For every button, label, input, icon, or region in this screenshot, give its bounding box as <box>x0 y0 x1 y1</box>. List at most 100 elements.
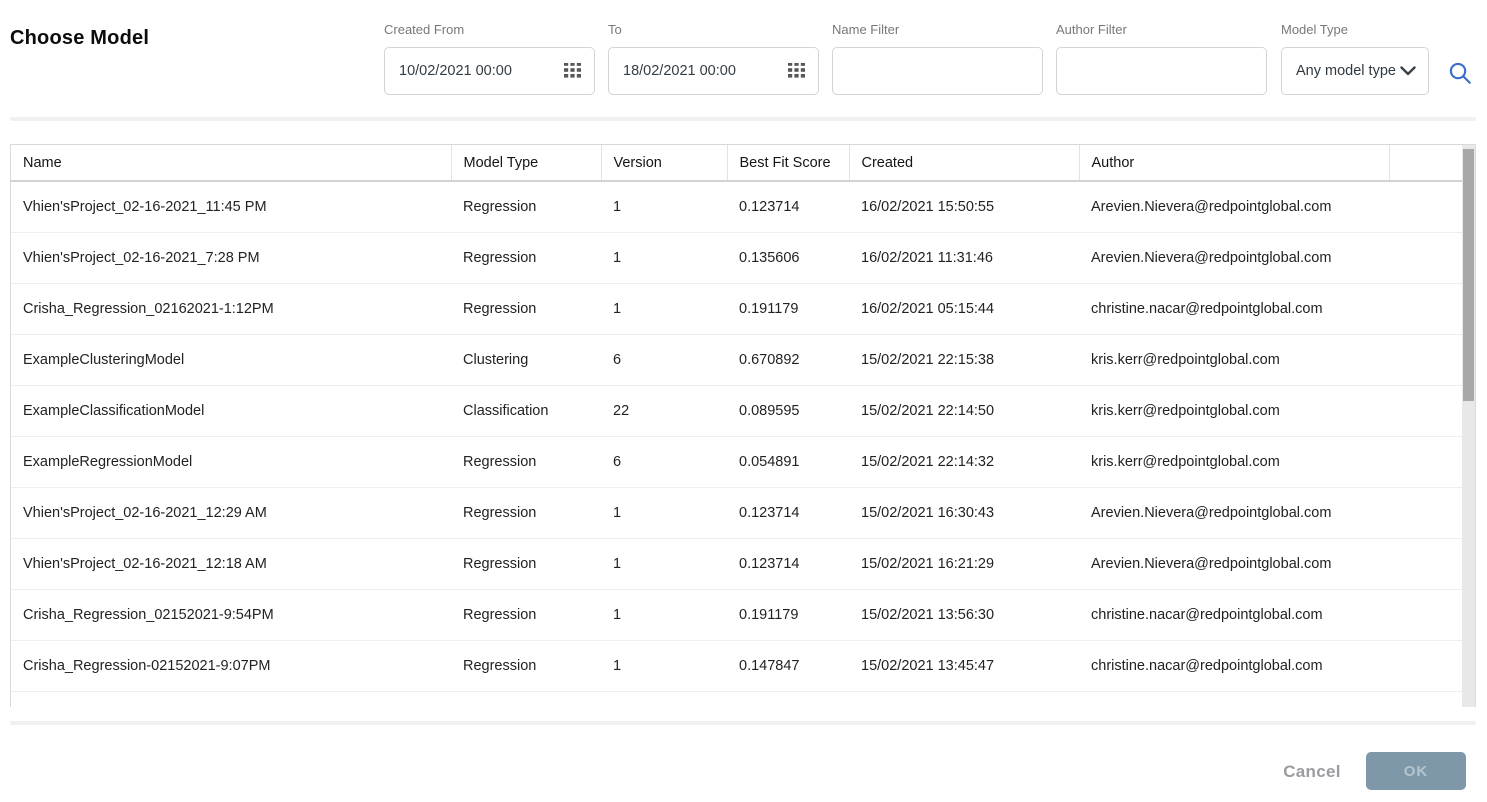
cell-author: Arevien.Nievera@redpointglobal.com <box>1079 539 1389 590</box>
cell-author: Arevien.Nievera@redpointglobal.com <box>1079 488 1389 539</box>
search-button[interactable] <box>1445 58 1475 88</box>
cell-author: kris.kerr@redpointglobal.com <box>1079 692 1389 708</box>
column-header-created: Created <box>849 145 1079 181</box>
cell-best-fit-score: 0.135606 <box>727 233 849 284</box>
cell-author: Arevien.Nievera@redpointglobal.com <box>1079 181 1389 233</box>
cell-version: 22 <box>601 386 727 437</box>
author-filter-input[interactable] <box>1057 48 1266 94</box>
vertical-scrollbar[interactable] <box>1462 145 1475 707</box>
footer-divider <box>10 721 1476 725</box>
cell-name: Vhien'sProject_02-16-2021_7:28 PM <box>11 233 451 284</box>
cell-version: 1 <box>601 181 727 233</box>
table-row[interactable]: Crisha_Regression-02152021-9:07PM Regres… <box>11 641 1475 692</box>
cell-version: 1 <box>601 233 727 284</box>
cell-best-fit-score: 0.054891 <box>727 437 849 488</box>
cell-author: christine.nacar@redpointglobal.com <box>1079 590 1389 641</box>
cell-model-type: Regression <box>451 233 601 284</box>
cell-model-type: Regression <box>451 181 601 233</box>
cell-created: 15/02/2021 16:30:43 <box>849 488 1079 539</box>
cell-model-type: Clustering <box>451 335 601 386</box>
model-table: Name Model Type Version Best Fit Score C… <box>10 144 1476 707</box>
cell-name: ExampleRegressionModel <box>11 437 451 488</box>
cell-author: christine.nacar@redpointglobal.com <box>1079 284 1389 335</box>
table-row[interactable]: Vhien'sProject_02-16-2021_11:45 PM Regre… <box>11 181 1475 233</box>
cell-version: 1 <box>601 539 727 590</box>
cell-created: 16/02/2021 15:50:55 <box>849 181 1079 233</box>
filter-name: Name Filter <box>832 22 1043 95</box>
chevron-down-icon <box>1400 66 1416 76</box>
created-to-calendar-button[interactable] <box>788 63 805 79</box>
cell-created: 15/02/2021 13:45:47 <box>849 641 1079 692</box>
name-filter-label: Name Filter <box>832 22 1043 37</box>
table-header-row: Name Model Type Version Best Fit Score C… <box>11 145 1475 181</box>
created-from-label: Created From <box>384 22 595 37</box>
filter-author: Author Filter <box>1056 22 1267 95</box>
table-row[interactable]: ExampleClusteringModel Clustering 6 0.67… <box>11 335 1475 386</box>
cell-author: kris.kerr@redpointglobal.com <box>1079 386 1389 437</box>
cell-name: Vhien'sProject_02-16-2021_12:29 AM <box>11 488 451 539</box>
cell-best-fit-score: 0.147847 <box>727 641 849 692</box>
cell-best-fit-score: 0.123714 <box>727 488 849 539</box>
cell-created: 15/02/2021 22:14:32 <box>849 437 1079 488</box>
choose-model-dialog: { "dialog": { "title": "Choose Model", "… <box>0 0 1487 802</box>
cell-version: 1 <box>601 641 727 692</box>
model-type-select[interactable]: Any model type <box>1281 47 1429 95</box>
cell-name: Vhien'sProject_02-16-2021_11:45 PM <box>11 181 451 233</box>
table-row[interactable]: Vhien'sProject_02-16-2021_12:18 AM Regre… <box>11 539 1475 590</box>
cell-name: ExampleClassificationModel <box>11 386 451 437</box>
cell-model-type: Regression <box>451 437 601 488</box>
cell-version: 1 <box>601 488 727 539</box>
cell-author: christine.nacar@redpointglobal.com <box>1079 641 1389 692</box>
cell-author: kris.kerr@redpointglobal.com <box>1079 437 1389 488</box>
cell-best-fit-score: 0.123714 <box>727 539 849 590</box>
table-row[interactable]: Crisha_Regression_02162021-1:12PM Regres… <box>11 284 1475 335</box>
ok-button[interactable]: OK <box>1366 752 1466 790</box>
table-row[interactable]: Vhien'sProject_02-16-2021_7:28 PM Regres… <box>11 233 1475 284</box>
cell-best-fit-score: 0 <box>727 692 849 708</box>
cancel-button[interactable]: Cancel <box>1272 755 1352 789</box>
cell-name: Vhien'sProject_02-16-2021_12:18 AM <box>11 539 451 590</box>
cell-created: 16/02/2021 11:31:46 <box>849 233 1079 284</box>
table-row[interactable]: ExampleRPMModel Regression 2 0 15/02/202… <box>11 692 1475 708</box>
filter-model-type: Model Type Any model type <box>1281 22 1429 95</box>
created-to-input[interactable] <box>609 48 788 94</box>
cell-version: 1 <box>601 590 727 641</box>
model-type-selected-value: Any model type <box>1282 63 1396 79</box>
cell-name: ExampleRPMModel <box>11 692 451 708</box>
cell-model-type: Regression <box>451 539 601 590</box>
cell-best-fit-score: 0.670892 <box>727 335 849 386</box>
cell-model-type: Regression <box>451 488 601 539</box>
column-header-model-type: Model Type <box>451 145 601 181</box>
name-filter-input[interactable] <box>833 48 1042 94</box>
cell-created: 15/02/2021 08:06:57 <box>849 692 1079 708</box>
cell-name: Crisha_Regression_02152021-9:54PM <box>11 590 451 641</box>
calendar-grid-icon <box>564 63 581 79</box>
cell-created: 15/02/2021 16:21:29 <box>849 539 1079 590</box>
cell-best-fit-score: 0.123714 <box>727 181 849 233</box>
cell-name: Crisha_Regression-02152021-9:07PM <box>11 641 451 692</box>
scrollbar-thumb[interactable] <box>1463 149 1474 401</box>
filter-created-to: To <box>608 22 819 95</box>
cell-model-type: Regression <box>451 641 601 692</box>
table-row[interactable]: Crisha_Regression_02152021-9:54PM Regres… <box>11 590 1475 641</box>
cell-model-type: Regression <box>451 284 601 335</box>
column-header-name: Name <box>11 145 451 181</box>
created-from-input[interactable] <box>385 48 564 94</box>
cell-version: 1 <box>601 284 727 335</box>
created-from-calendar-button[interactable] <box>564 63 581 79</box>
header-divider <box>10 117 1476 121</box>
cell-name: Crisha_Regression_02162021-1:12PM <box>11 284 451 335</box>
search-icon <box>1447 60 1473 86</box>
table-row[interactable]: ExampleClassificationModel Classificatio… <box>11 386 1475 437</box>
table-row[interactable]: ExampleRegressionModel Regression 6 0.05… <box>11 437 1475 488</box>
column-header-author: Author <box>1079 145 1389 181</box>
cell-created: 16/02/2021 05:15:44 <box>849 284 1079 335</box>
calendar-grid-icon <box>788 63 805 79</box>
model-table-body: Vhien'sProject_02-16-2021_11:45 PM Regre… <box>11 181 1475 707</box>
cell-name: ExampleClusteringModel <box>11 335 451 386</box>
cell-author: kris.kerr@redpointglobal.com <box>1079 335 1389 386</box>
table-row[interactable]: Vhien'sProject_02-16-2021_12:29 AM Regre… <box>11 488 1475 539</box>
cell-best-fit-score: 0.089595 <box>727 386 849 437</box>
cell-best-fit-score: 0.191179 <box>727 284 849 335</box>
created-to-label: To <box>608 22 819 37</box>
